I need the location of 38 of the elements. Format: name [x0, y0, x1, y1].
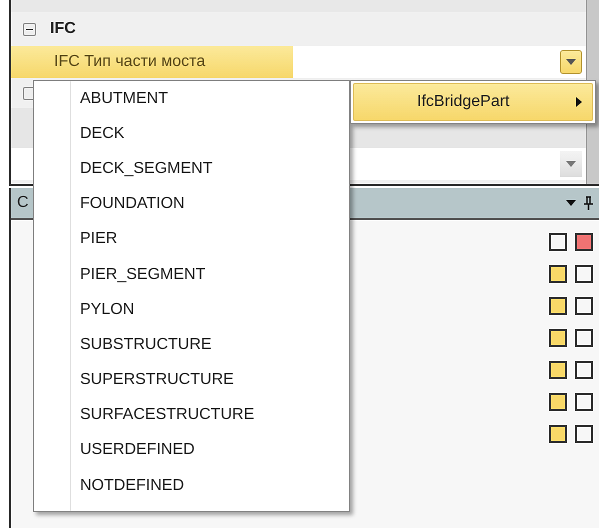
color-swatch[interactable]	[575, 393, 593, 411]
color-swatch[interactable]	[549, 265, 567, 283]
dropdown-icon	[566, 200, 576, 206]
category-label: IFC	[50, 20, 76, 38]
menu-item[interactable]: DECK_SEGMENT	[34, 151, 349, 187]
color-swatch[interactable]	[575, 425, 593, 443]
menu-item[interactable]: PIER	[34, 222, 349, 257]
dropdown-button[interactable]	[560, 50, 582, 74]
menu-item[interactable]: IfcBridgePart	[353, 83, 593, 121]
color-swatch[interactable]	[549, 297, 567, 315]
color-swatch[interactable]	[549, 233, 567, 251]
menu-item[interactable]: SUPERSTRUCTURE	[34, 362, 349, 398]
color-swatch[interactable]	[549, 361, 567, 379]
submenu-arrow-icon	[576, 97, 582, 107]
dropdown-button[interactable]	[560, 151, 582, 177]
menu-item[interactable]: PYLON	[34, 292, 349, 328]
collapse-button[interactable]	[23, 22, 36, 36]
caret-icon	[566, 59, 576, 65]
color-swatch[interactable]	[575, 361, 593, 379]
color-swatch[interactable]	[549, 393, 567, 411]
color-swatch[interactable]	[575, 297, 593, 315]
panel-title: C	[17, 194, 29, 212]
property-label[interactable]: IFC Тип части моста	[11, 46, 293, 78]
menu-item[interactable]: PIER_SEGMENT	[34, 256, 349, 292]
color-swatch[interactable]	[575, 265, 593, 283]
menu-item[interactable]: USERDEFINED	[34, 432, 349, 468]
color-swatch[interactable]	[549, 329, 567, 347]
color-swatch[interactable]	[549, 425, 567, 443]
caret-icon	[566, 161, 576, 167]
menu-item[interactable]: ABUTMENT	[34, 81, 349, 116]
pin-icon[interactable]	[584, 196, 593, 210]
menu-item[interactable]: FOUNDATION	[34, 186, 349, 222]
color-swatch[interactable]	[575, 329, 593, 347]
color-swatch[interactable]	[575, 233, 593, 251]
menu-item[interactable]: SUBSTRUCTURE	[34, 327, 349, 362]
menu-item[interactable]: SURFACESTRUCTURE	[34, 398, 349, 433]
menu-item[interactable]: NOTDEFINED	[34, 468, 349, 504]
menu-item[interactable]: DECK	[34, 116, 349, 152]
